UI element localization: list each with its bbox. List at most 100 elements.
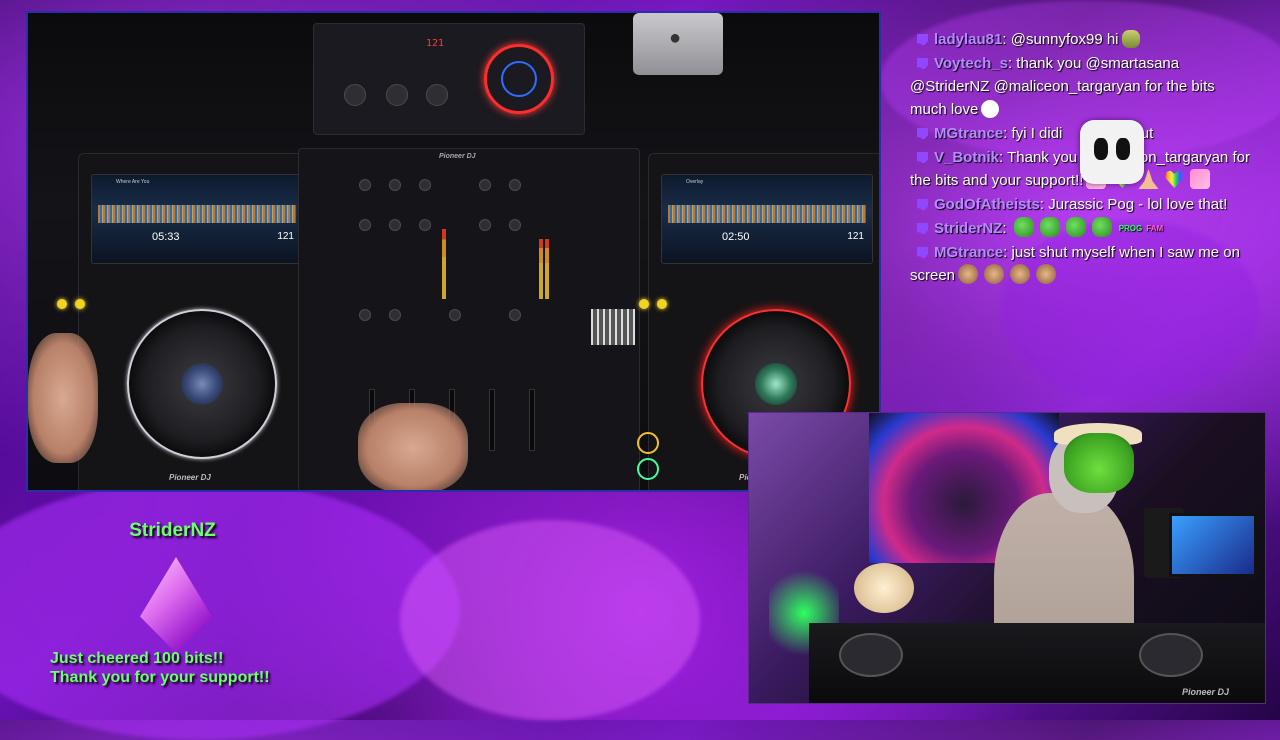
twitch-badge-icon <box>917 58 928 69</box>
dino-emote-icon <box>1013 217 1034 237</box>
rainbow-heart-emote-icon <box>1165 170 1184 188</box>
mixer-knob <box>389 219 401 231</box>
left-deck-waveform <box>98 205 296 223</box>
chat-message: Voytech_s: thank you @smartasana @Stride… <box>910 55 1215 118</box>
mixer-mini-screen <box>591 309 635 345</box>
left-deck-time: 05:33 <box>152 231 180 243</box>
face-emote-icon <box>984 264 1005 284</box>
face-emote-icon <box>1036 264 1057 284</box>
mixer-brand: Pioneer DJ <box>439 153 476 160</box>
left-deck-brand: Pioneer DJ <box>169 473 211 482</box>
chat-message: StriderNZ: PROG FAM <box>910 217 1250 240</box>
mixer-knob <box>509 309 521 321</box>
chat-message: MGtrance: just shut myself when I saw me… <box>910 244 1240 284</box>
effects-unit-display: 121 <box>426 38 445 49</box>
left-deck-hotcue <box>57 299 67 309</box>
channel-fader <box>529 389 535 451</box>
chat-username: StriderNZ <box>934 220 1003 237</box>
alert-line-1: Just cheered 100 bits!! <box>50 650 224 667</box>
plush-toy <box>854 563 914 613</box>
face-emote-icon <box>1010 264 1031 284</box>
chat-username: GodOfAtheists <box>934 196 1040 213</box>
webcam-jog-wheel <box>1139 633 1203 677</box>
dino-emote-icon <box>1091 217 1112 237</box>
left-deck: Where Are You 05:33 121 Pioneer DJ <box>57 153 320 490</box>
mixer-vu-meter <box>442 229 446 299</box>
mixer-knob <box>509 219 521 231</box>
mixer-vu-meter <box>545 239 549 299</box>
chat-username: V_Botnik <box>934 149 1000 166</box>
mixer-knob <box>389 179 401 191</box>
mixer-knob <box>359 179 371 191</box>
right-hand <box>358 403 468 490</box>
chat-message: GodOfAtheists: Jurassic Pog - lol love t… <box>910 193 1250 216</box>
dino-emote-icon <box>1065 217 1086 237</box>
bits-gem-icon <box>140 557 212 653</box>
mixer-knob <box>359 219 371 231</box>
mixer-knob <box>479 179 491 191</box>
mac-mini: ● <box>633 13 723 75</box>
mixer-knob <box>359 309 371 321</box>
chat-text: @sunnyfox99 hi <box>1010 31 1119 48</box>
right-jog-center <box>755 363 797 405</box>
left-deck-hotcue <box>75 299 85 309</box>
twitch-badge-icon <box>917 247 928 258</box>
right-deck-hotcue <box>639 299 649 309</box>
dino-emote-icon <box>1039 217 1060 237</box>
left-jog-center <box>181 363 223 405</box>
mixer-knob <box>389 309 401 321</box>
large-ghost-emote-icon <box>1080 120 1144 184</box>
pink-emote-icon <box>1190 169 1211 189</box>
mixer-knob <box>509 179 521 191</box>
chat-overlay: ladylau81: @sunnyfox99 hi Voytech_s: tha… <box>910 28 1250 410</box>
face-emote-icon <box>958 264 979 284</box>
channel-fader <box>489 389 495 451</box>
left-deck-screen: Where Are You 05:33 121 <box>91 174 303 264</box>
apple-logo-icon: ● <box>669 27 682 49</box>
chat-username: MGtrance <box>934 125 1004 142</box>
chat-text: Jurassic Pog - lol love that! <box>1048 196 1228 213</box>
effects-knob <box>344 84 366 106</box>
mixer-knob <box>479 219 491 231</box>
chat-message: ladylau81: @sunnyfox99 hi <box>910 28 1250 51</box>
twitch-badge-icon <box>917 34 928 45</box>
right-deck-bpm: 121 <box>847 231 864 242</box>
effects-unit: 121 <box>313 23 585 135</box>
effects-knob <box>386 84 408 106</box>
right-deck-hotcue <box>657 299 667 309</box>
computer-monitor <box>1169 513 1257 577</box>
right-deck-track-title: Overlay <box>686 179 704 185</box>
mixer: Pioneer DJ <box>298 148 640 490</box>
mixer-knob <box>419 179 431 191</box>
alert-username: StriderNZ <box>129 520 216 541</box>
right-deck-cue-button <box>637 432 659 454</box>
mixer-knob <box>419 219 431 231</box>
cheer-alert: StriderNZ Just cheered 100 bits!! Thank … <box>40 515 310 695</box>
right-deck-screen: Overlay 02:50 121 <box>661 174 873 264</box>
webcam-gear-brand: Pioneer DJ <box>1181 687 1229 697</box>
alert-line-2: Thank you for your support!! <box>50 669 270 686</box>
right-deck-time: 02:50 <box>722 231 750 243</box>
twitch-badge-icon <box>917 223 928 234</box>
webcam-dj-gear: Pioneer DJ <box>809 623 1265 703</box>
left-deck-bpm: 121 <box>277 231 294 242</box>
mixer-vu-meter <box>539 239 543 299</box>
effects-jog-ring <box>484 44 554 114</box>
mixer-knob <box>449 309 461 321</box>
background-wave <box>400 520 700 720</box>
chat-username: ladylau81 <box>934 31 1003 48</box>
effects-knob <box>426 84 448 106</box>
prog-emote: PROG <box>1118 224 1143 233</box>
twitch-badge-icon <box>917 199 928 210</box>
chat-text: fyi I didi <box>1011 125 1063 142</box>
right-deck-play-button <box>637 458 659 480</box>
right-deck-waveform <box>668 205 866 223</box>
cowboy-emote-icon <box>1064 433 1134 493</box>
fam-emote: FAM <box>1146 224 1164 233</box>
money-bag-emote-icon <box>1121 30 1140 48</box>
twitch-badge-icon <box>917 152 928 163</box>
chat-username: Voytech_s <box>934 55 1008 72</box>
left-deck-track-title: Where Are You <box>116 179 150 185</box>
chat-username: MGtrance <box>934 244 1004 261</box>
webcam-view: Pioneer DJ <box>748 412 1266 704</box>
